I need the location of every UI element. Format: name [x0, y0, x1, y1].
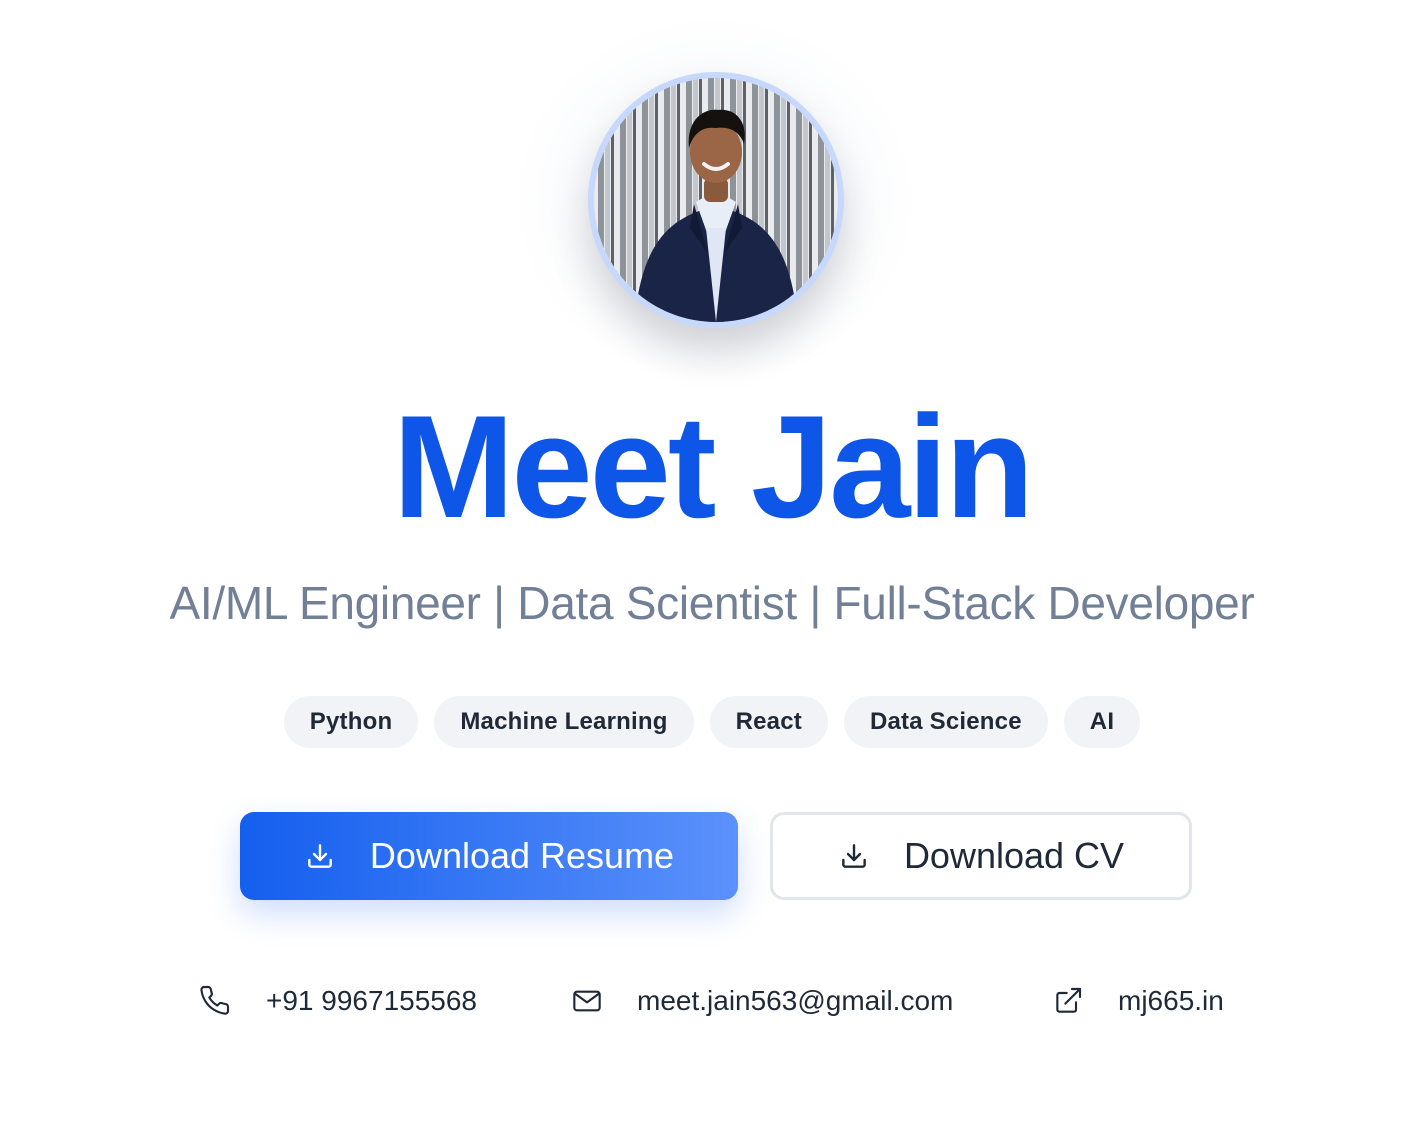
- phone-icon: [200, 985, 230, 1015]
- download-resume-button[interactable]: Download Resume: [240, 812, 738, 900]
- download-icon: [308, 844, 332, 868]
- skill-chip-data-science: Data Science: [843, 696, 1048, 748]
- profile-tagline: AI/ML Engineer | Data Scientist | Full-S…: [169, 577, 1255, 629]
- email-link[interactable]: meet.jain563@gmail.com: [571, 976, 953, 1026]
- download-cv-button[interactable]: Download CV: [770, 812, 1192, 900]
- email-address: meet.jain563@gmail.com: [637, 985, 954, 1016]
- phone-number: +91 9967155568: [266, 985, 477, 1016]
- skill-chip-python: Python: [283, 696, 419, 748]
- download-resume-label: Download Resume: [369, 835, 675, 876]
- hero-section: Meet Jain AI/ML Engineer | Data Scientis…: [0, 0, 1424, 1140]
- skill-chip-machine-learning: Machine Learning: [434, 696, 694, 748]
- skills-list: Python Machine Learning React Data Scien…: [0, 696, 1424, 748]
- mail-icon: [573, 990, 601, 1012]
- download-icon: [842, 844, 866, 868]
- avatar: [588, 72, 844, 328]
- download-cv-label: Download CV: [903, 835, 1125, 876]
- skill-chip-ai: AI: [1063, 696, 1141, 748]
- contact-row: +91 9967155568 meet.jain563@gmail.com mj…: [0, 976, 1424, 1026]
- external-link-icon: [1056, 987, 1082, 1013]
- profile-name: Meet Jain: [392, 385, 1034, 548]
- skill-chip-react: React: [709, 696, 828, 748]
- website-url: mj665.in: [1118, 985, 1224, 1016]
- phone-link[interactable]: +91 9967155568: [200, 976, 477, 1026]
- website-link[interactable]: mj665.in: [1052, 976, 1224, 1026]
- profile-photo-icon: [594, 78, 838, 322]
